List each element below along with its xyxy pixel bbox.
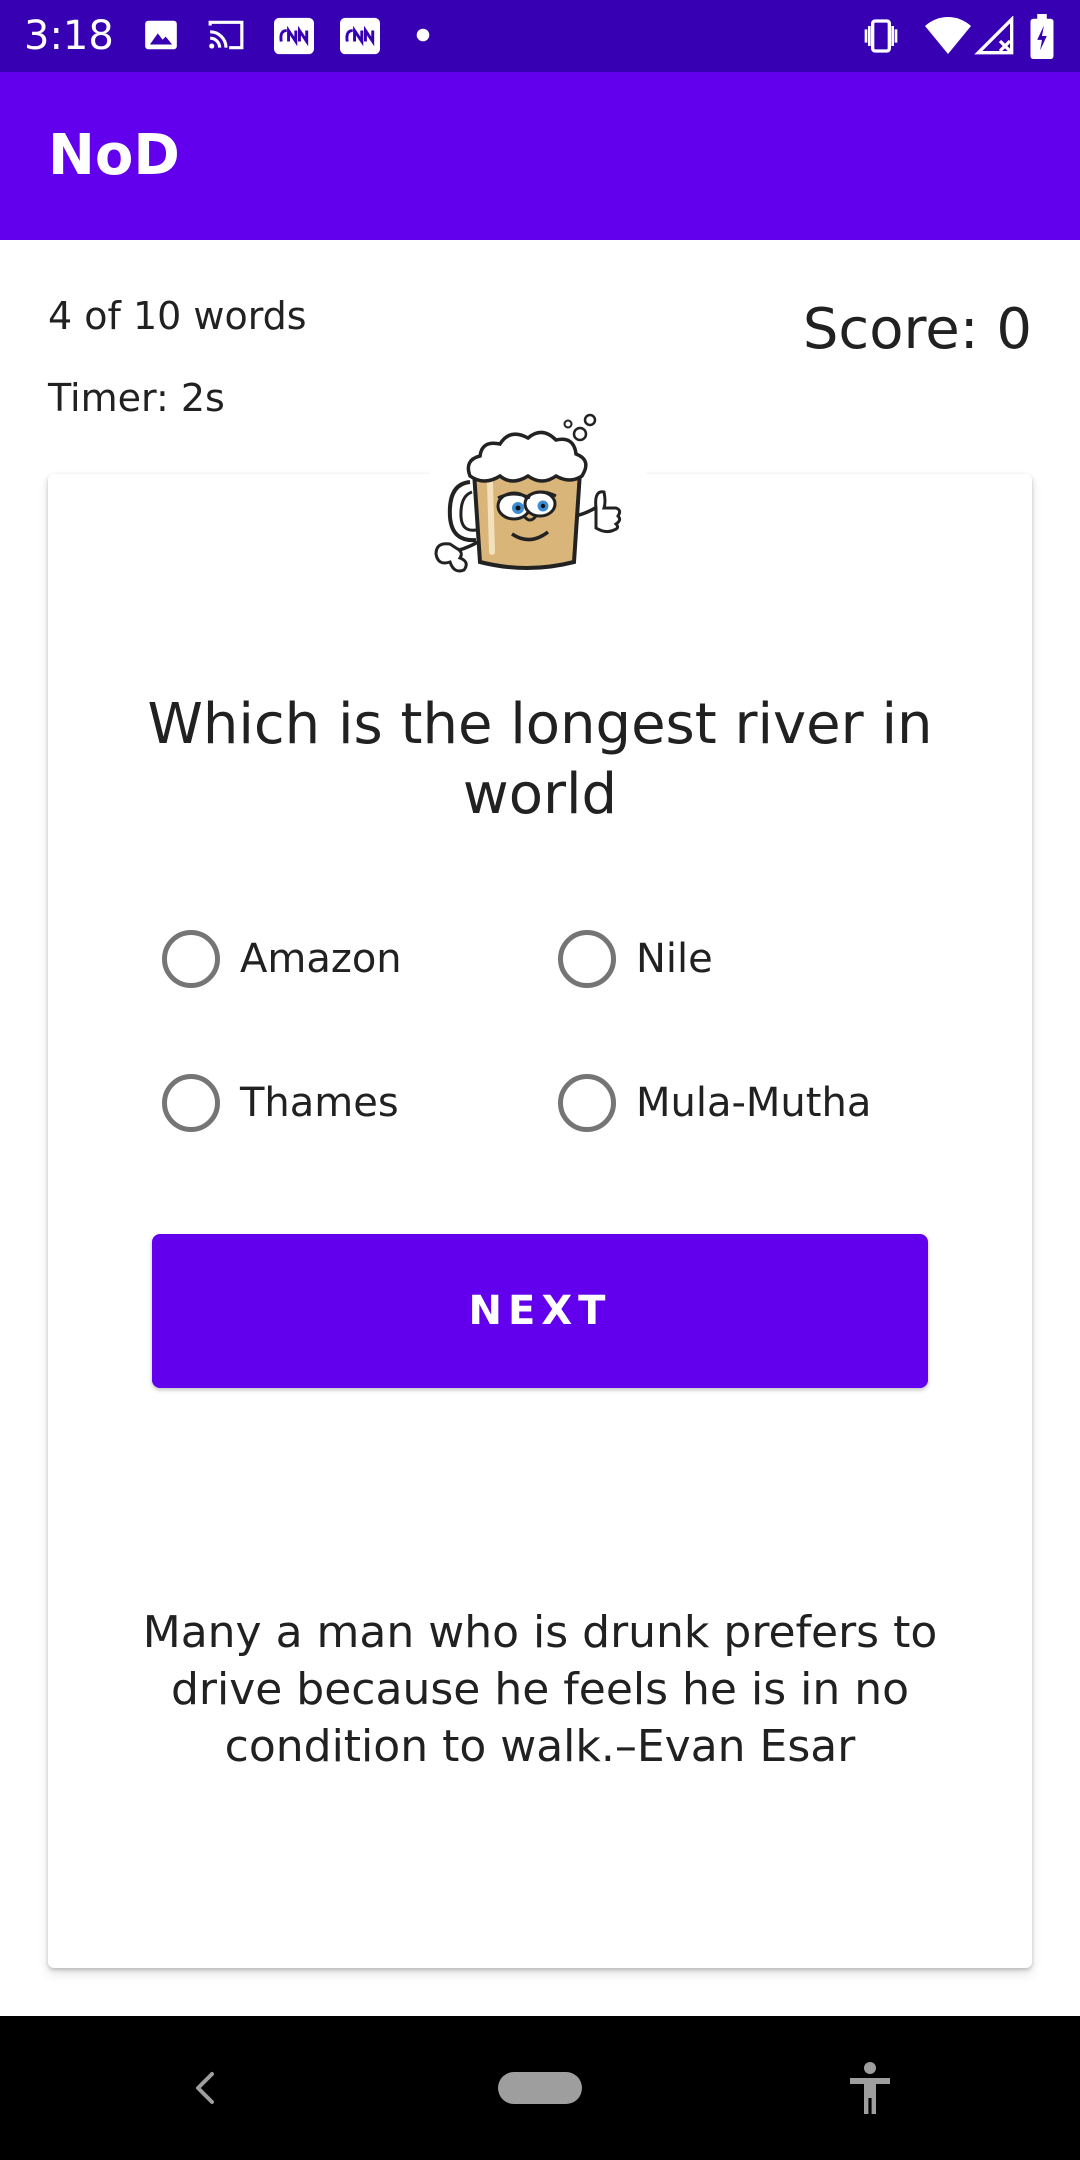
cast-icon — [208, 20, 244, 50]
option-label: Amazon — [240, 936, 402, 982]
status-bar: 3:18 — [0, 0, 1080, 72]
vibrate-icon — [864, 19, 898, 53]
gallery-icon — [145, 20, 177, 50]
score-text: Score: 0 — [802, 297, 1032, 362]
radio-button[interactable] — [162, 1074, 220, 1132]
timer-text: Timer: 2s — [48, 376, 225, 420]
news-app-icon-2 — [340, 17, 380, 55]
wifi-icon — [925, 17, 971, 54]
accessibility-icon[interactable] — [846, 2060, 894, 2116]
radio-button[interactable] — [162, 930, 220, 988]
option-label: Nile — [636, 936, 713, 982]
battery-icon — [1030, 14, 1054, 60]
option-label: Thames — [240, 1080, 399, 1126]
app-title: NoD — [48, 123, 180, 188]
more-notifications-dot-icon — [416, 28, 430, 42]
news-app-icon — [274, 17, 314, 55]
app-bar: NoD — [0, 72, 1080, 240]
navigation-bar — [0, 2016, 1080, 2160]
option-nile[interactable]: Nile — [558, 930, 713, 988]
question-text: Which is the longest river in world — [147, 692, 933, 827]
option-thames[interactable]: Thames — [162, 1074, 399, 1132]
option-mula-mutha[interactable]: Mula-Mutha — [558, 1074, 871, 1132]
beer-mug-mascot-icon — [430, 412, 646, 590]
radio-button[interactable] — [558, 1074, 616, 1132]
next-button[interactable]: NEXT — [152, 1234, 928, 1388]
home-pill-icon[interactable] — [498, 2072, 582, 2104]
quote-text: Many a man who is drunk prefers to drive… — [142, 1607, 938, 1772]
radio-button[interactable] — [558, 930, 616, 988]
back-icon[interactable] — [190, 2066, 220, 2110]
option-label: Mula-Mutha — [636, 1080, 872, 1126]
option-amazon[interactable]: Amazon — [162, 930, 402, 988]
status-time: 3:18 — [24, 13, 114, 59]
cellular-signal-icon — [974, 16, 1014, 55]
word-progress-text: 4 of 10 words — [48, 294, 307, 338]
